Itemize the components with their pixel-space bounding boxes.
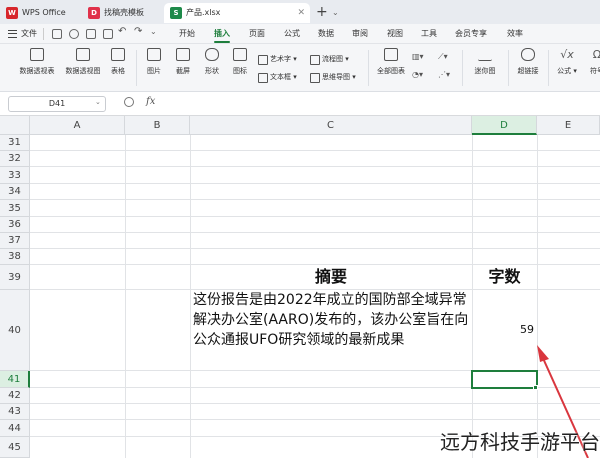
sparkline-icon bbox=[478, 48, 492, 61]
icons-label: 图标 bbox=[233, 67, 247, 75]
table-button[interactable]: 表格 bbox=[106, 48, 130, 88]
ribbon-toolbar: 数据透视表 数据透视图 表格 图片 截屏 形状 图标 艺术字 ▾ 文本框 ▾ 流… bbox=[0, 44, 600, 92]
quick-access-more-icon[interactable]: ⌄ bbox=[150, 27, 157, 36]
undo-icon[interactable]: ↶ bbox=[118, 26, 126, 37]
ribbon-divider bbox=[548, 50, 549, 86]
formula-label: 公式 ▾ bbox=[557, 67, 577, 75]
zoom-search-icon[interactable] bbox=[124, 97, 134, 107]
hamburger-menu-icon[interactable] bbox=[8, 30, 17, 38]
docer-logo-icon: D bbox=[88, 7, 100, 19]
tab-bar: W WPS Office D 找稿壳模板 S 产品.xlsx ✕ + ⌄ bbox=[0, 0, 600, 24]
table-label: 表格 bbox=[111, 67, 125, 75]
annotation-arrow-head bbox=[537, 345, 549, 362]
picture-button[interactable]: 图片 bbox=[142, 48, 166, 88]
wps-logo-icon: W bbox=[6, 7, 18, 19]
link-icon bbox=[521, 48, 535, 61]
scatter-chart-icon[interactable]: ⋰▾ bbox=[438, 70, 450, 79]
sparkline-button[interactable]: 迷你图 bbox=[470, 48, 500, 88]
screenshot-label: 截屏 bbox=[176, 67, 190, 75]
spreadsheet-grid: A B C D E 31 32 33 34 35 36 37 38 39 40 … bbox=[0, 116, 600, 458]
column-chart-icon[interactable]: ▥▾ bbox=[412, 52, 424, 61]
wordart-label: 艺术字 bbox=[270, 55, 291, 63]
menu-divider bbox=[43, 28, 44, 40]
symbol-label: 符号 bbox=[590, 67, 600, 75]
pivot-chart-icon bbox=[76, 48, 90, 61]
picture-icon bbox=[147, 48, 161, 61]
tab-list-chevron-icon[interactable]: ⌄ bbox=[332, 5, 339, 21]
tab-wps-office[interactable]: W WPS Office bbox=[0, 3, 78, 23]
menu-formula[interactable]: 公式 bbox=[284, 24, 300, 44]
mindmap-button[interactable]: 思维导图 ▾ bbox=[310, 70, 356, 84]
formula-icon: √x bbox=[560, 48, 574, 61]
all-charts-label: 全部图表 bbox=[377, 67, 405, 75]
menu-member[interactable]: 会员专享 bbox=[455, 24, 487, 44]
textbox-label: 文本框 bbox=[270, 73, 291, 81]
tab-label: WPS Office bbox=[22, 8, 66, 17]
pivot-table-label: 数据透视表 bbox=[19, 67, 55, 75]
flowchart-label: 流程图 bbox=[322, 55, 343, 63]
menu-view[interactable]: 视图 bbox=[387, 24, 403, 44]
tab-template[interactable]: D 找稿壳模板 bbox=[82, 3, 160, 23]
hyperlink-button[interactable]: 超链接 bbox=[514, 48, 542, 88]
pivot-table-button[interactable]: 数据透视表 bbox=[16, 48, 58, 88]
hyperlink-label: 超链接 bbox=[517, 67, 539, 75]
formula-button[interactable]: √x 公式 ▾ bbox=[554, 48, 580, 88]
screenshot-button[interactable]: 截屏 bbox=[171, 48, 195, 88]
name-box[interactable]: D41 bbox=[8, 96, 106, 112]
redo-icon[interactable]: ↷ bbox=[134, 26, 142, 37]
pivot-chart-label: 数据透视图 bbox=[65, 67, 101, 75]
new-tab-button[interactable]: + bbox=[316, 3, 328, 21]
annotation-arrow bbox=[537, 345, 589, 458]
ribbon-divider bbox=[462, 50, 463, 86]
line-chart-icon[interactable]: ⟋▾ bbox=[438, 52, 448, 62]
print-icon[interactable] bbox=[86, 29, 96, 39]
save-icon[interactable] bbox=[52, 29, 62, 39]
icons-button[interactable]: 图标 bbox=[228, 48, 252, 88]
tab-label: 找稿壳模板 bbox=[104, 8, 144, 17]
pie-chart-icon[interactable]: ◔▾ bbox=[412, 70, 423, 79]
pivot-table-icon bbox=[30, 48, 44, 61]
wordart-button[interactable]: 艺术字 ▾ bbox=[258, 52, 297, 66]
icons-grid-icon bbox=[233, 48, 247, 61]
picture-label: 图片 bbox=[147, 67, 161, 75]
formula-input[interactable] bbox=[160, 95, 594, 113]
symbol-button[interactable]: Ω 符号 bbox=[584, 48, 600, 88]
menu-review[interactable]: 审阅 bbox=[352, 24, 368, 44]
omega-icon: Ω bbox=[592, 48, 600, 61]
export-pdf-icon[interactable] bbox=[69, 29, 79, 39]
spreadsheet-file-icon: S bbox=[170, 7, 182, 19]
tab-label: 产品.xlsx bbox=[186, 8, 221, 17]
mindmap-label: 思维导图 bbox=[322, 73, 350, 81]
menu-efficiency[interactable]: 效率 bbox=[507, 24, 523, 44]
formula-bar: D41 ⌄ fx bbox=[0, 92, 600, 116]
bar-chart-icon bbox=[384, 48, 398, 61]
menu-insert[interactable]: 插入 bbox=[214, 24, 230, 44]
ribbon-divider bbox=[368, 50, 369, 86]
ribbon-divider bbox=[508, 50, 509, 86]
shapes-button[interactable]: 形状 bbox=[200, 48, 224, 88]
all-charts-button[interactable]: 全部图表 bbox=[374, 48, 408, 88]
name-box-dropdown-icon[interactable]: ⌄ bbox=[95, 98, 101, 106]
menu-home[interactable]: 开始 bbox=[179, 24, 195, 44]
fx-icon[interactable]: fx bbox=[146, 96, 155, 107]
textbox-button[interactable]: 文本框 ▾ bbox=[258, 70, 297, 84]
sparkline-label: 迷你图 bbox=[474, 67, 496, 75]
pivot-chart-button[interactable]: 数据透视图 bbox=[62, 48, 104, 88]
table-icon bbox=[111, 48, 125, 61]
shapes-icon bbox=[205, 48, 219, 61]
print-preview-icon[interactable] bbox=[103, 29, 113, 39]
menu-page[interactable]: 页面 bbox=[249, 24, 265, 44]
watermark-text: 远方科技手游平台 bbox=[440, 430, 600, 454]
menu-bar: 文件 ↶ ↷ ⌄ 开始 插入 页面 公式 数据 审阅 视图 工具 会员专享 效率 bbox=[0, 24, 600, 44]
flowchart-button[interactable]: 流程图 ▾ bbox=[310, 52, 349, 66]
menu-data[interactable]: 数据 bbox=[318, 24, 334, 44]
scissors-icon bbox=[176, 48, 190, 61]
menu-tools[interactable]: 工具 bbox=[421, 24, 437, 44]
shapes-label: 形状 bbox=[205, 67, 219, 75]
ribbon-divider bbox=[136, 50, 137, 86]
name-box-value: D41 bbox=[48, 99, 66, 108]
close-tab-icon[interactable]: ✕ bbox=[297, 3, 305, 23]
menu-file[interactable]: 文件 bbox=[21, 24, 37, 44]
tab-product-xlsx[interactable]: S 产品.xlsx ✕ bbox=[164, 3, 310, 23]
